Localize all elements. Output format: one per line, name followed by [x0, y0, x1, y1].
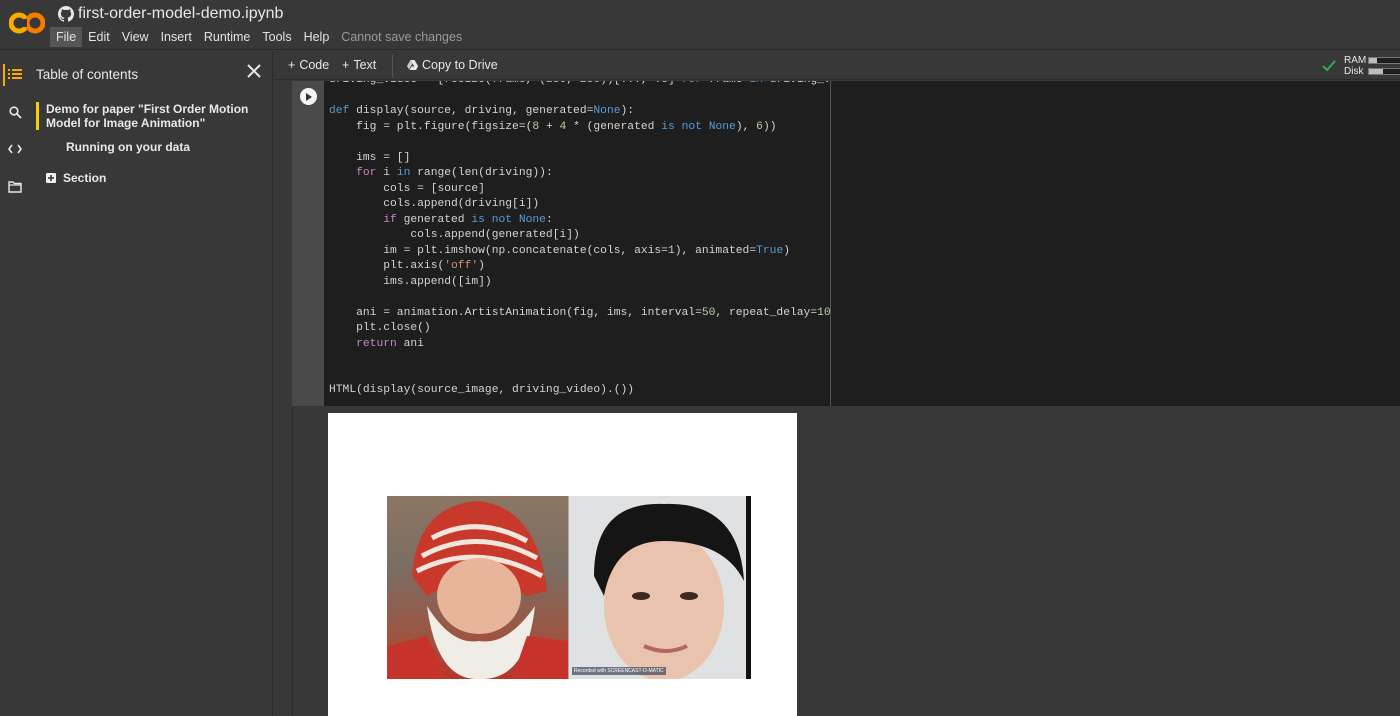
menu-view[interactable]: View	[116, 27, 155, 47]
menu-tools[interactable]: Tools	[256, 27, 297, 47]
code-text[interactable]: driving_video = [resize(frame, (256, 256…	[329, 81, 830, 399]
cell-gutter	[292, 81, 324, 406]
toolbar-divider	[392, 55, 393, 77]
folder-icon	[8, 181, 22, 193]
ram-label: RAM	[1344, 55, 1367, 66]
output-gutter	[292, 406, 324, 716]
search-button[interactable]	[0, 98, 30, 126]
disk-label: Disk	[1344, 66, 1364, 77]
notebook-area: driving_video = [resize(frame, (256, 256…	[274, 81, 1400, 716]
source-image-santa	[387, 501, 568, 679]
colab-logo[interactable]	[9, 10, 45, 36]
github-icon	[58, 6, 74, 22]
menu-insert[interactable]: Insert	[155, 27, 198, 47]
driving-video-frame: Recorded with SCREENCAST-O-MATIC	[568, 496, 746, 679]
run-cell-button[interactable]	[300, 88, 317, 105]
left-rail	[0, 51, 30, 716]
close-icon[interactable]	[245, 62, 263, 80]
copy-to-drive-label: Copy to Drive	[422, 58, 498, 72]
toc-icon	[8, 69, 22, 79]
disk-bar-fill	[1369, 69, 1384, 74]
menu-bar: File Edit View Insert Runtime Tools Help…	[50, 27, 468, 47]
menu-help[interactable]: Help	[298, 27, 336, 47]
search-icon	[8, 105, 22, 119]
menu-file[interactable]: File	[50, 27, 83, 47]
toc-item-section[interactable]: Section	[46, 171, 106, 185]
plus-icon: +	[288, 58, 296, 72]
toc-item-demo[interactable]: Demo for paper "First Order Motion Model…	[36, 102, 268, 130]
watermark: Recorded with SCREENCAST-O-MATIC	[572, 667, 666, 675]
driving-video-face	[594, 503, 744, 679]
output-video[interactable]: Recorded with SCREENCAST-O-MATIC	[387, 496, 751, 679]
copy-to-drive-button[interactable]: Copy to Drive	[407, 58, 498, 72]
cell-output: Recorded with SCREENCAST-O-MATIC	[328, 413, 797, 716]
toc-item-running-on-your-data[interactable]: Running on your data	[66, 140, 190, 154]
source-image-frame	[387, 496, 568, 679]
add-text-button[interactable]: + Text	[342, 58, 376, 72]
code-editor[interactable]: driving_video = [resize(frame, (256, 256…	[324, 81, 831, 406]
video-edge	[746, 496, 751, 679]
code-snippets-icon	[8, 144, 22, 154]
notebook-title[interactable]: first-order-model-demo.ipynb	[78, 5, 283, 23]
disk-bar	[1368, 68, 1400, 75]
menu-runtime[interactable]: Runtime	[198, 27, 257, 47]
add-code-label: Code	[299, 58, 330, 72]
menu-edit[interactable]: Edit	[82, 27, 116, 47]
app-header: first-order-model-demo.ipynb File Edit V…	[0, 0, 1400, 50]
add-code-button[interactable]: + Code	[288, 58, 329, 72]
toc-item-section-label: Section	[63, 171, 107, 185]
connected-check-icon	[1322, 60, 1336, 72]
drive-icon	[407, 60, 418, 70]
code-cell-background	[831, 81, 1400, 406]
play-icon	[306, 92, 312, 101]
toc-button[interactable]	[0, 60, 30, 88]
code-snippets-button[interactable]	[0, 135, 30, 163]
save-status: Cannot save changes	[341, 30, 463, 44]
plus-icon: +	[342, 58, 350, 72]
add-text-label: Text	[353, 58, 377, 72]
notebook-toolbar: + Code + Text Copy to Drive RAM Disk	[274, 51, 1400, 80]
ram-bar	[1368, 57, 1400, 64]
table-of-contents-panel: Table of contents Demo for paper "First …	[30, 51, 273, 716]
ram-bar-fill	[1369, 58, 1377, 63]
expand-icon[interactable]	[46, 173, 56, 183]
toc-title: Table of contents	[36, 67, 139, 82]
files-button[interactable]	[0, 173, 30, 201]
